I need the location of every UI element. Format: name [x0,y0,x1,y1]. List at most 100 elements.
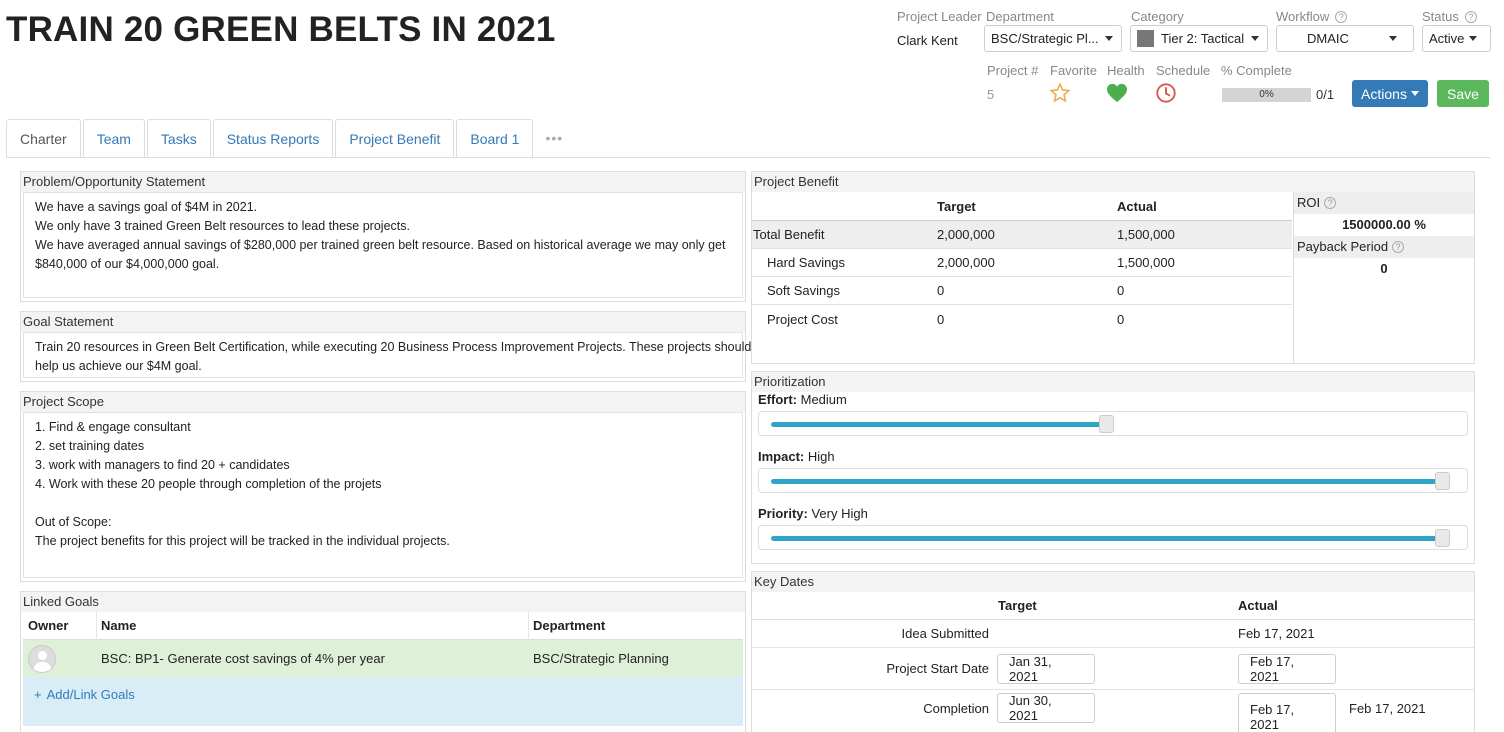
completion-label: Completion [923,701,989,716]
tab-board-1[interactable]: Board 1 [456,119,534,157]
payback-header: Payback Period ? [1294,236,1474,258]
benefit-row-target[interactable]: 0 [937,312,1117,327]
col-actual: Actual [1238,598,1278,613]
scope-line [35,494,731,513]
save-button[interactable]: Save [1437,80,1489,107]
workflow-label-wrap: Workflow ? [1276,9,1348,24]
scope-text[interactable]: 1. Find & engage consultant 2. set train… [23,412,743,578]
problem-text[interactable]: We have a savings goal of $4M in 2021. W… [23,192,743,298]
category-color-swatch [1137,30,1154,47]
start-date-label: Project Start Date [886,661,989,676]
tab-status-reports[interactable]: Status Reports [212,119,334,157]
star-icon[interactable] [1049,82,1071,104]
department-value: BSC/Strategic Pl... [991,31,1099,46]
effort-slider-handle[interactable] [1099,415,1114,433]
col-target: Target [998,598,1037,613]
category-value: Tier 2: Tactical [1161,31,1245,46]
workflow-dropdown[interactable]: DMAIC [1276,25,1414,52]
benefit-row-target[interactable]: 0 [937,283,1117,298]
workflow-value: DMAIC [1307,31,1349,46]
benefit-row-label: Total Benefit [753,227,825,242]
chevron-down-icon [1469,36,1478,41]
table-row: Project Cost 0 0 [752,305,1292,333]
goal-name-cell[interactable]: BSC: BP1- Generate cost savings of 4% pe… [97,651,529,666]
tab-team[interactable]: Team [82,119,145,157]
priority-row: Priority: Very High [758,506,1468,525]
department-dropdown[interactable]: BSC/Strategic Pl... [984,25,1122,52]
percent-complete-label: % Complete [1221,63,1292,78]
help-icon[interactable]: ? [1335,10,1348,23]
tab-project-benefit[interactable]: Project Benefit [335,119,455,157]
actions-button[interactable]: Actions [1352,80,1428,107]
project-number-value: 5 [987,87,995,102]
category-dropdown[interactable]: Tier 2: Tactical [1130,25,1268,52]
problem-line: We have a savings goal of $4M in 2021. [35,200,258,214]
effort-slider[interactable] [758,411,1468,436]
priority-label: Priority: [758,506,808,521]
linked-goals-table: Owner Name Department BSC: BP1- Generate… [23,611,743,726]
tab-tasks[interactable]: Tasks [146,119,211,157]
actions-button-label: Actions [1361,85,1407,102]
start-date-target-input[interactable]: Jan 31, 2021 [997,653,1095,684]
payback-value: 0 [1380,261,1388,276]
goal-department-cell: BSC/Strategic Planning [533,651,669,666]
goal-heading: Goal Statement [21,312,745,332]
help-icon[interactable]: ? [1392,241,1405,253]
table-row: Hard Savings 2,000,000 1,500,000 [752,249,1292,277]
priority-slider-handle[interactable] [1435,529,1450,547]
scope-line: 1. Find & engage consultant [35,420,191,434]
benefit-row-target[interactable]: 2,000,000 [937,255,1117,270]
tab-charter[interactable]: Charter [6,119,81,157]
priority-slider[interactable] [758,525,1468,550]
completion-actual-input[interactable]: Feb 17, 2021 [1238,693,1336,732]
schedule-label: Schedule [1156,63,1211,78]
add-link-goals-link[interactable]: Add/Link Goals [47,687,135,702]
status-dropdown[interactable]: Active [1422,25,1491,52]
effort-slider-track [771,422,1107,427]
benefit-panel: Project Benefit Target Actual Total Bene… [751,171,1475,364]
priority-slider-track [771,536,1443,541]
table-row: Completion Jun 30, 2021 Feb 17, 2021 Feb… [752,690,1474,732]
more-tabs-icon[interactable]: ••• [535,119,573,157]
progress-text: 0% [1259,89,1274,100]
idea-submitted-label: Idea Submitted [901,626,989,641]
status-value: Active [1429,31,1465,46]
problem-panel: Problem/Opportunity Statement We have a … [20,171,746,302]
impact-slider[interactable] [758,468,1468,493]
benefit-row-actual[interactable]: 0 [1117,312,1124,327]
project-leader-value[interactable]: Clark Kent [897,33,958,48]
project-leader-label: Project Leader [897,9,982,24]
table-row[interactable]: BSC: BP1- Generate cost savings of 4% pe… [23,640,743,677]
heart-icon[interactable] [1106,83,1128,103]
effort-value: Medium [800,392,847,407]
scope-line: 3. work with managers to find 20 + candi… [35,458,290,472]
roi-value: 1500000.00 % [1342,217,1426,232]
col-actual: Actual [1117,198,1157,214]
effort-row: Effort: Medium [758,392,1468,411]
tab-divider [6,157,1490,158]
problem-line: We only have 3 trained Green Belt resour… [35,219,410,233]
plus-icon[interactable]: + [34,687,42,702]
prioritization-panel: Prioritization Effort: Medium Impact: Hi… [751,371,1475,564]
impact-label: Impact: [758,449,805,464]
impact-slider-handle[interactable] [1435,472,1450,490]
key-dates-heading: Key Dates [752,572,1474,592]
help-icon[interactable]: ? [1324,197,1337,209]
col-department: Department [533,618,606,633]
start-date-actual-input[interactable]: Feb 17, 2021 [1238,653,1336,684]
goal-text[interactable]: Train 20 resources in Green Belt Certifi… [23,332,751,378]
benefit-row-label: Soft Savings [767,283,840,298]
help-icon[interactable]: ? [1464,10,1477,23]
key-dates-panel: Key Dates Target Actual Idea Submitted F… [751,571,1475,732]
health-label: Health [1107,63,1145,78]
benefit-table: Target Actual Total Benefit 2,000,000 1,… [752,192,1292,363]
impact-row: Impact: High [758,449,1468,468]
problem-line: $840,000 of our $4,000,000 goal. [35,257,220,271]
clock-icon[interactable] [1155,82,1177,104]
benefit-row-actual[interactable]: 0 [1117,283,1124,298]
benefit-row-actual[interactable]: 1,500,000 [1117,255,1175,270]
completion-target-input[interactable]: Jun 30, 2021 [997,693,1095,723]
col-owner: Owner [23,611,97,640]
table-row: Project Start Date Jan 31, 2021 Feb 17, … [752,648,1474,690]
goal-line: help us achieve our $4M goal. [35,359,202,373]
